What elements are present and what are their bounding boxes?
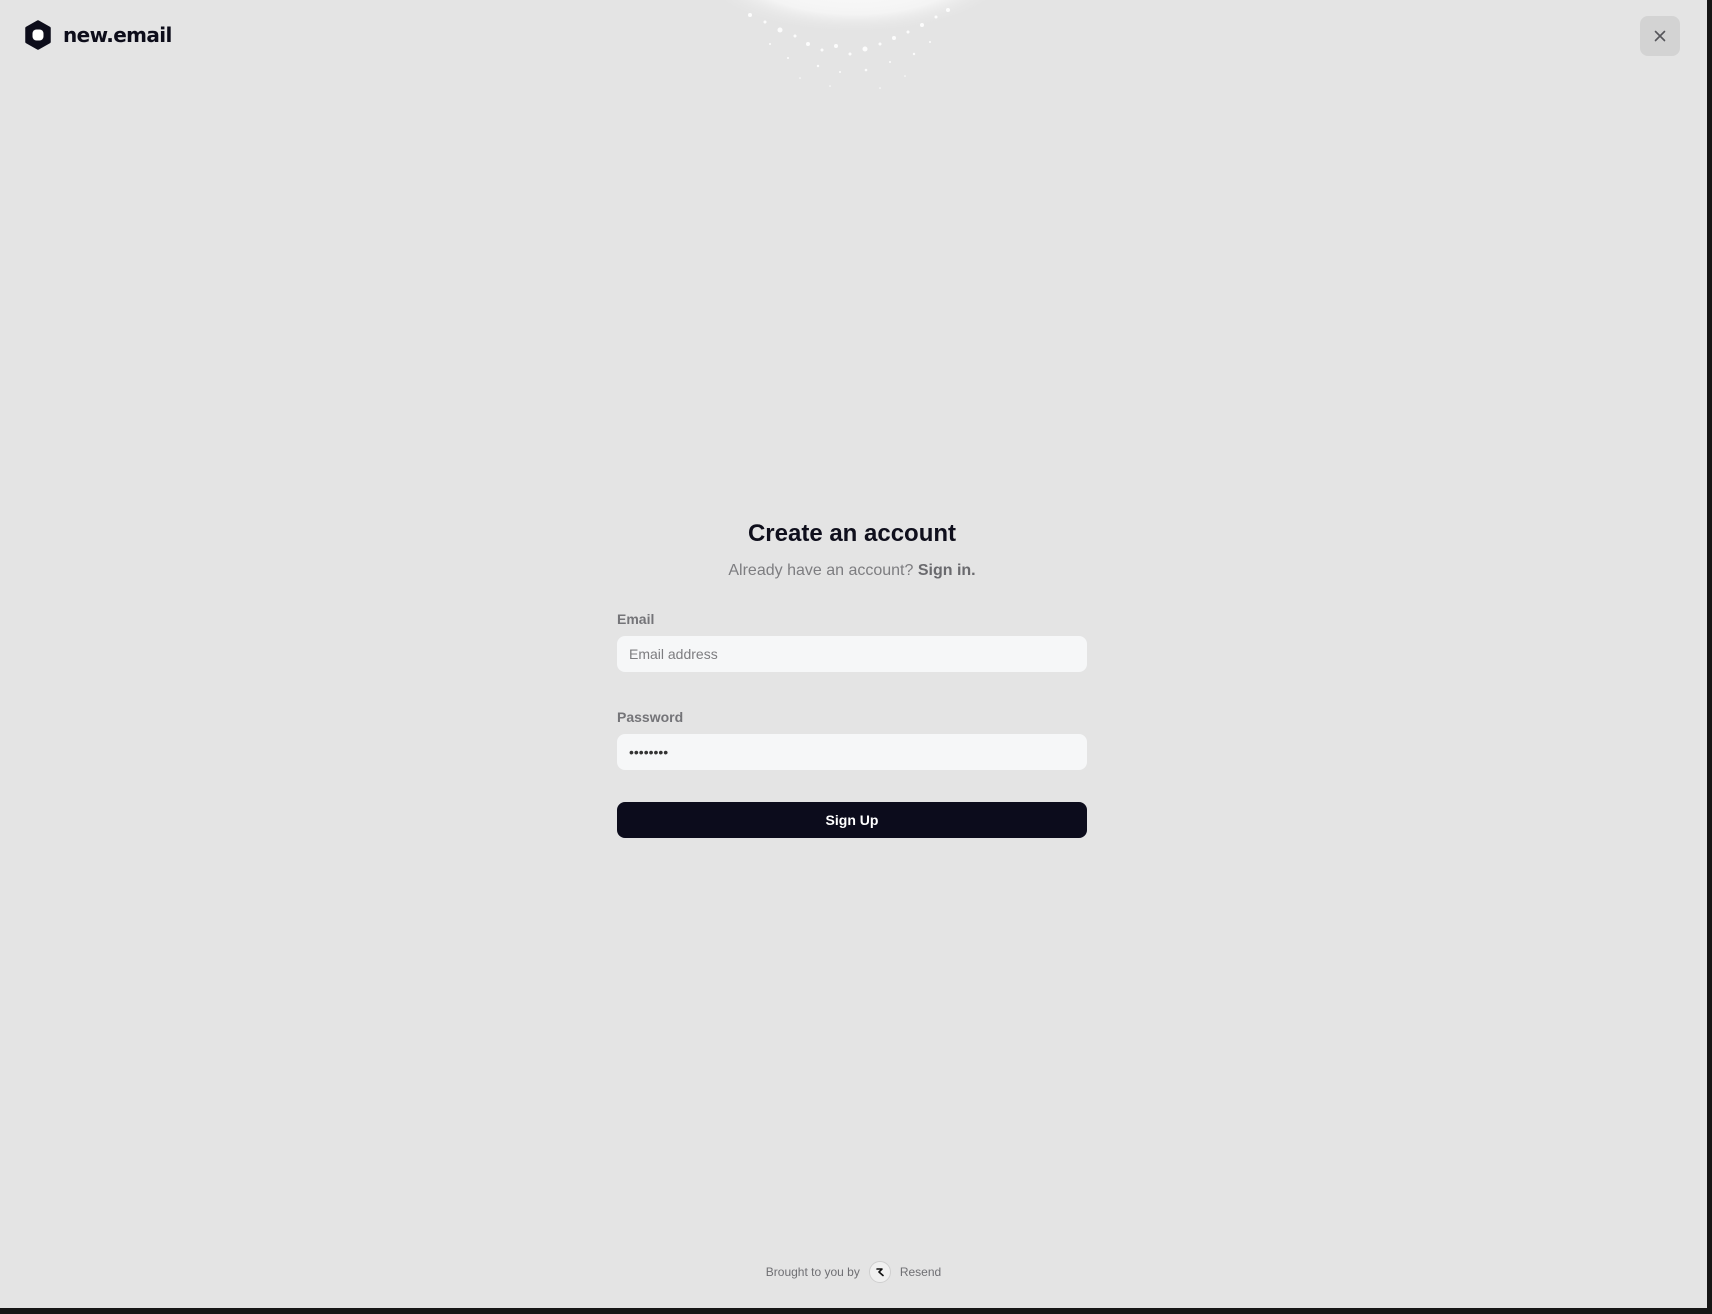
resend-logo-icon (868, 1261, 891, 1283)
page-title: Create an account (747, 520, 957, 547)
signin-prompt-text: Already have an account? (728, 562, 914, 579)
window-edge-bottom (0, 1308, 1712, 1314)
signin-link[interactable]: Sign in. (918, 562, 976, 579)
email-field[interactable] (617, 636, 1087, 672)
brand-logo[interactable]: new.email (23, 20, 172, 50)
brand-name: new.email (63, 23, 172, 47)
close-icon (1654, 30, 1666, 42)
new-email-logo-icon (25, 20, 51, 50)
signup-form: Create an account Already have an accoun… (617, 518, 1087, 838)
close-button[interactable] (1640, 16, 1680, 56)
password-label: Password (617, 709, 684, 725)
email-label: Email (617, 611, 655, 627)
window-edge-right (1707, 0, 1712, 1314)
sign-up-button[interactable]: Sign Up (617, 802, 1087, 838)
footer: Brought to you by Resend (0, 1261, 1707, 1283)
signin-prompt: Already have an account? Sign in. (617, 561, 1087, 581)
signup-page: new.email Create an account Already have… (0, 0, 1707, 1308)
password-field[interactable] (617, 734, 1087, 770)
footer-text: Brought to you by (765, 1265, 860, 1279)
moon-decoration (722, 0, 988, 89)
resend-link[interactable]: Resend (900, 1265, 941, 1279)
